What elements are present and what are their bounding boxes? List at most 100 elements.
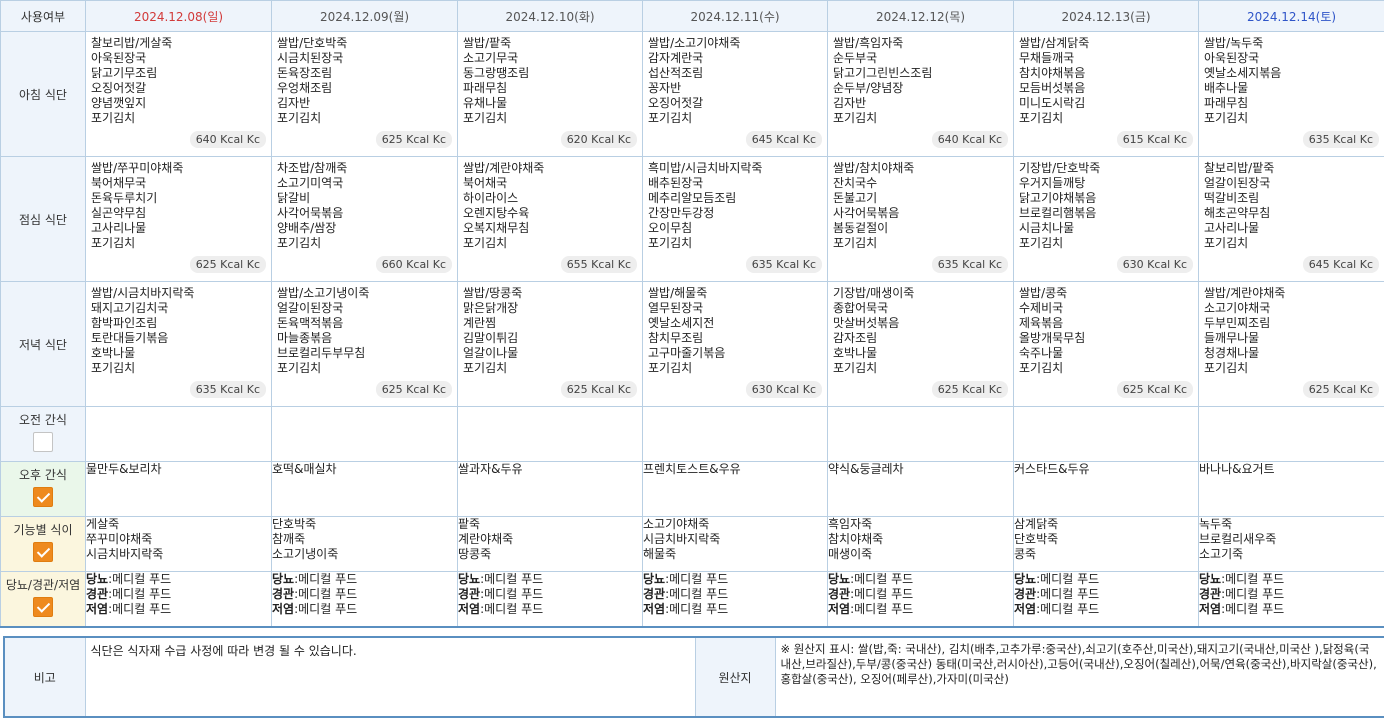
diet-line: 당뇨:메디컬 푸드 bbox=[458, 572, 642, 587]
diet-key: 당뇨 bbox=[458, 572, 480, 586]
dish-item: 쌀밥/단호박죽 bbox=[277, 36, 452, 51]
diet-value: :메디컬 푸드 bbox=[1036, 572, 1099, 586]
diet-key: 경관 bbox=[828, 587, 850, 601]
remark-label: 비고 bbox=[4, 637, 85, 717]
dish-item: 쌀밥/참치야채죽 bbox=[833, 161, 1008, 176]
dish-item: 청경채나물 bbox=[1204, 346, 1379, 361]
meal-cell-content: 기장밥/단호박죽우거지들깨탕닭고기야채볶음브로컬리햄볶음시금치나물포기김치630… bbox=[1014, 157, 1198, 281]
functional-item: 쭈꾸미야채죽 bbox=[86, 532, 271, 547]
dish-item: 오복지채무침 bbox=[463, 221, 637, 236]
kcal-badge: 645 Kcal Kc bbox=[746, 131, 822, 148]
meal-cell: 흑미밥/시금치바지락죽배추된장국메추리알모듬조림간장만두강정오이무침포기김치63… bbox=[643, 157, 828, 282]
meal-cell-content: 쌀밥/쭈꾸미야채죽북어채무국돈육두루치기실곤약무침고사리나물포기김치625 Kc… bbox=[86, 157, 271, 281]
morning-snack-checkbox[interactable] bbox=[33, 432, 53, 452]
diet-value: :메디컬 푸드 bbox=[294, 587, 357, 601]
dish-item: 포기김치 bbox=[463, 111, 637, 126]
dish-item: 포기김치 bbox=[91, 361, 266, 376]
diet-cell: 당뇨:메디컬 푸드경관:메디컬 푸드저염:메디컬 푸드 bbox=[272, 572, 458, 628]
dish-item: 고사리나물 bbox=[1204, 221, 1379, 236]
diet-line: 당뇨:메디컬 푸드 bbox=[1014, 572, 1198, 587]
dish-item: 마늘종볶음 bbox=[277, 331, 452, 346]
dish-item: 쌀밥/쭈꾸미야채죽 bbox=[91, 161, 266, 176]
meal-cell-content: 쌀밥/땅콩죽맑은닭개장계란찜김말이튀김얼갈이나물포기김치625 Kcal Kc bbox=[458, 282, 642, 406]
dish-item: 기장밥/단호박죽 bbox=[1019, 161, 1193, 176]
dish-item: 브로컬리햄볶음 bbox=[1019, 206, 1193, 221]
remark-table: 비고 식단은 식자재 수급 사정에 따라 변경 될 수 있습니다. 원산지 ※ … bbox=[3, 636, 1384, 718]
meal-cell: 쌀밥/소고기냉이죽얼갈이된장국돈육맥적볶음마늘종볶음브로컬리두부무침포기김치62… bbox=[272, 282, 458, 407]
dish-item: 계란찜 bbox=[463, 316, 637, 331]
dish-item: 모듬버섯볶음 bbox=[1019, 81, 1193, 96]
lunch-row: 점심 식단쌀밥/쭈꾸미야채죽북어채무국돈육두루치기실곤약무침고사리나물포기김치6… bbox=[1, 157, 1384, 282]
afternoon-snack-header: 오후 간식 bbox=[1, 462, 86, 517]
functional-diet-checkbox[interactable] bbox=[33, 542, 53, 562]
diet-cell: 당뇨:메디컬 푸드경관:메디컬 푸드저염:메디컬 푸드 bbox=[86, 572, 272, 628]
functional-item: 해물죽 bbox=[643, 547, 827, 562]
kcal-badge: 625 Kcal Kc bbox=[1117, 381, 1193, 398]
dish-item: 호박나물 bbox=[91, 346, 266, 361]
functional-row: 기능별 식이게살죽쭈꾸미야채죽시금치바지락죽단호박죽참깨죽소고기냉이죽팥죽계란야… bbox=[1, 517, 1384, 572]
snack-cell bbox=[86, 407, 272, 462]
dish-item: 호박나물 bbox=[833, 346, 1008, 361]
meal-cell-content: 쌀밥/해물죽열무된장국옛날소세지전참치무조림고구마줄기볶음포기김치630 Kca… bbox=[643, 282, 827, 406]
dish-item: 미니도시락김 bbox=[1019, 96, 1193, 111]
dish-item: 봄동겉절이 bbox=[833, 221, 1008, 236]
meal-cell-content: 차조밥/참깨죽소고기미역국닭갈비사각어묵볶음양배추/쌈장포기김치660 Kcal… bbox=[272, 157, 457, 281]
meal-cell: 찰보리밥/팥죽얼갈이된장국떡갈비조림해초곤약무침고사리나물포기김치645 Kca… bbox=[1199, 157, 1384, 282]
meal-cell-content: 찰보리밥/팥죽얼갈이된장국떡갈비조림해초곤약무침고사리나물포기김치645 Kca… bbox=[1199, 157, 1384, 281]
dish-item: 쌀밥/시금치바지락죽 bbox=[91, 286, 266, 301]
dish-item: 쌀밥/콩죽 bbox=[1019, 286, 1193, 301]
meal-cell: 쌀밥/계란야채죽북어채국하이라이스오렌지탕수육오복지채무침포기김치655 Kca… bbox=[458, 157, 643, 282]
dish-item: 양배추/쌈장 bbox=[277, 221, 452, 236]
kcal-badge: 635 Kcal Kc bbox=[932, 256, 1008, 273]
diet-line: 경관:메디컬 푸드 bbox=[1199, 587, 1384, 602]
afternoon-snack-checkbox[interactable] bbox=[33, 487, 53, 507]
meal-cell: 쌀밥/쭈꾸미야채죽북어채무국돈육두루치기실곤약무침고사리나물포기김치625 Kc… bbox=[86, 157, 272, 282]
snack-cell bbox=[272, 407, 458, 462]
dish-item: 양념깻잎지 bbox=[91, 96, 266, 111]
dish-item: 닭갈비 bbox=[277, 191, 452, 206]
dish-item: 사각어묵볶음 bbox=[833, 206, 1008, 221]
meal-cell: 쌀밥/해물죽열무된장국옛날소세지전참치무조림고구마줄기볶음포기김치630 Kca… bbox=[643, 282, 828, 407]
diet-checkbox[interactable] bbox=[33, 597, 53, 617]
diet-value: :메디컬 푸드 bbox=[850, 602, 913, 616]
functional-item: 매생이죽 bbox=[828, 547, 1013, 562]
meal-cell: 쌀밥/참치야채죽잔치국수돈불고기사각어묵볶음봄동겉절이포기김치635 Kcal … bbox=[828, 157, 1014, 282]
snack-cell bbox=[643, 407, 828, 462]
diet-key: 저염 bbox=[272, 602, 294, 616]
dish-item: 함박파인조림 bbox=[91, 316, 266, 331]
meal-cell-content: 찰보리밥/게살죽아욱된장국닭고기무조림오징어젓갈양념깻잎지포기김치640 Kca… bbox=[86, 32, 271, 156]
dish-item: 옛날소세지볶음 bbox=[1204, 66, 1379, 81]
dish-item: 소고기무국 bbox=[463, 51, 637, 66]
diet-cell: 당뇨:메디컬 푸드경관:메디컬 푸드저염:메디컬 푸드 bbox=[458, 572, 643, 628]
meal-cell-content: 쌀밥/소고기냉이죽얼갈이된장국돈육맥적볶음마늘종볶음브로컬리두부무침포기김치62… bbox=[272, 282, 457, 406]
meal-cell-content: 쌀밥/흑임자죽순두부국닭고기그린빈스조림순두부/양념장김자반포기김치640 Kc… bbox=[828, 32, 1013, 156]
meal-cell: 쌀밥/흑임자죽순두부국닭고기그린빈스조림순두부/양념장김자반포기김치640 Kc… bbox=[828, 32, 1014, 157]
diet-value: :메디컬 푸드 bbox=[665, 602, 728, 616]
dish-item: 수제비국 bbox=[1019, 301, 1193, 316]
meal-cell-content: 쌀밥/소고기야채죽감자계란국섭산적조림꽁자반오징어젓갈포기김치645 Kcal … bbox=[643, 32, 827, 156]
snack-cell: 커스타드&두유 bbox=[1014, 462, 1199, 517]
remark-text: 식단은 식자재 수급 사정에 따라 변경 될 수 있습니다. bbox=[85, 637, 695, 717]
dish-item: 파래무침 bbox=[463, 81, 637, 96]
snack-cell: 물만두&보리차 bbox=[86, 462, 272, 517]
diet-line: 저염:메디컬 푸드 bbox=[828, 602, 1013, 617]
kcal-badge: 625 Kcal Kc bbox=[190, 256, 266, 273]
dish-item: 포기김치 bbox=[833, 236, 1008, 251]
diet-line: 저염:메디컬 푸드 bbox=[643, 602, 827, 617]
diet-key: 당뇨 bbox=[828, 572, 850, 586]
diet-value: :메디컬 푸드 bbox=[294, 602, 357, 616]
meal-cell-content: 흑미밥/시금치바지락죽배추된장국메추리알모듬조림간장만두강정오이무침포기김치63… bbox=[643, 157, 827, 281]
meal-cell-content: 쌀밥/참치야채죽잔치국수돈불고기사각어묵볶음봄동겉절이포기김치635 Kcal … bbox=[828, 157, 1013, 281]
kcal-badge: 640 Kcal Kc bbox=[190, 131, 266, 148]
diet-line: 저염:메디컬 푸드 bbox=[1014, 602, 1198, 617]
dish-item: 해초곤약무침 bbox=[1204, 206, 1379, 221]
meal-cell-content: 쌀밥/시금치바지락죽돼지고기김치국함박파인조림토란대들기볶음호박나물포기김치63… bbox=[86, 282, 271, 406]
diet-value: :메디컬 푸드 bbox=[1036, 602, 1099, 616]
dish-item: 오이무침 bbox=[648, 221, 822, 236]
dish-item: 돈육맥적볶음 bbox=[277, 316, 452, 331]
dish-item: 닭고기야채볶음 bbox=[1019, 191, 1193, 206]
date-header-wed: 2024.12.11(수) bbox=[643, 1, 828, 32]
functional-item: 시금치바지락죽 bbox=[643, 532, 827, 547]
diet-line: 당뇨:메디컬 푸드 bbox=[272, 572, 457, 587]
dish-item: 무채들깨국 bbox=[1019, 51, 1193, 66]
